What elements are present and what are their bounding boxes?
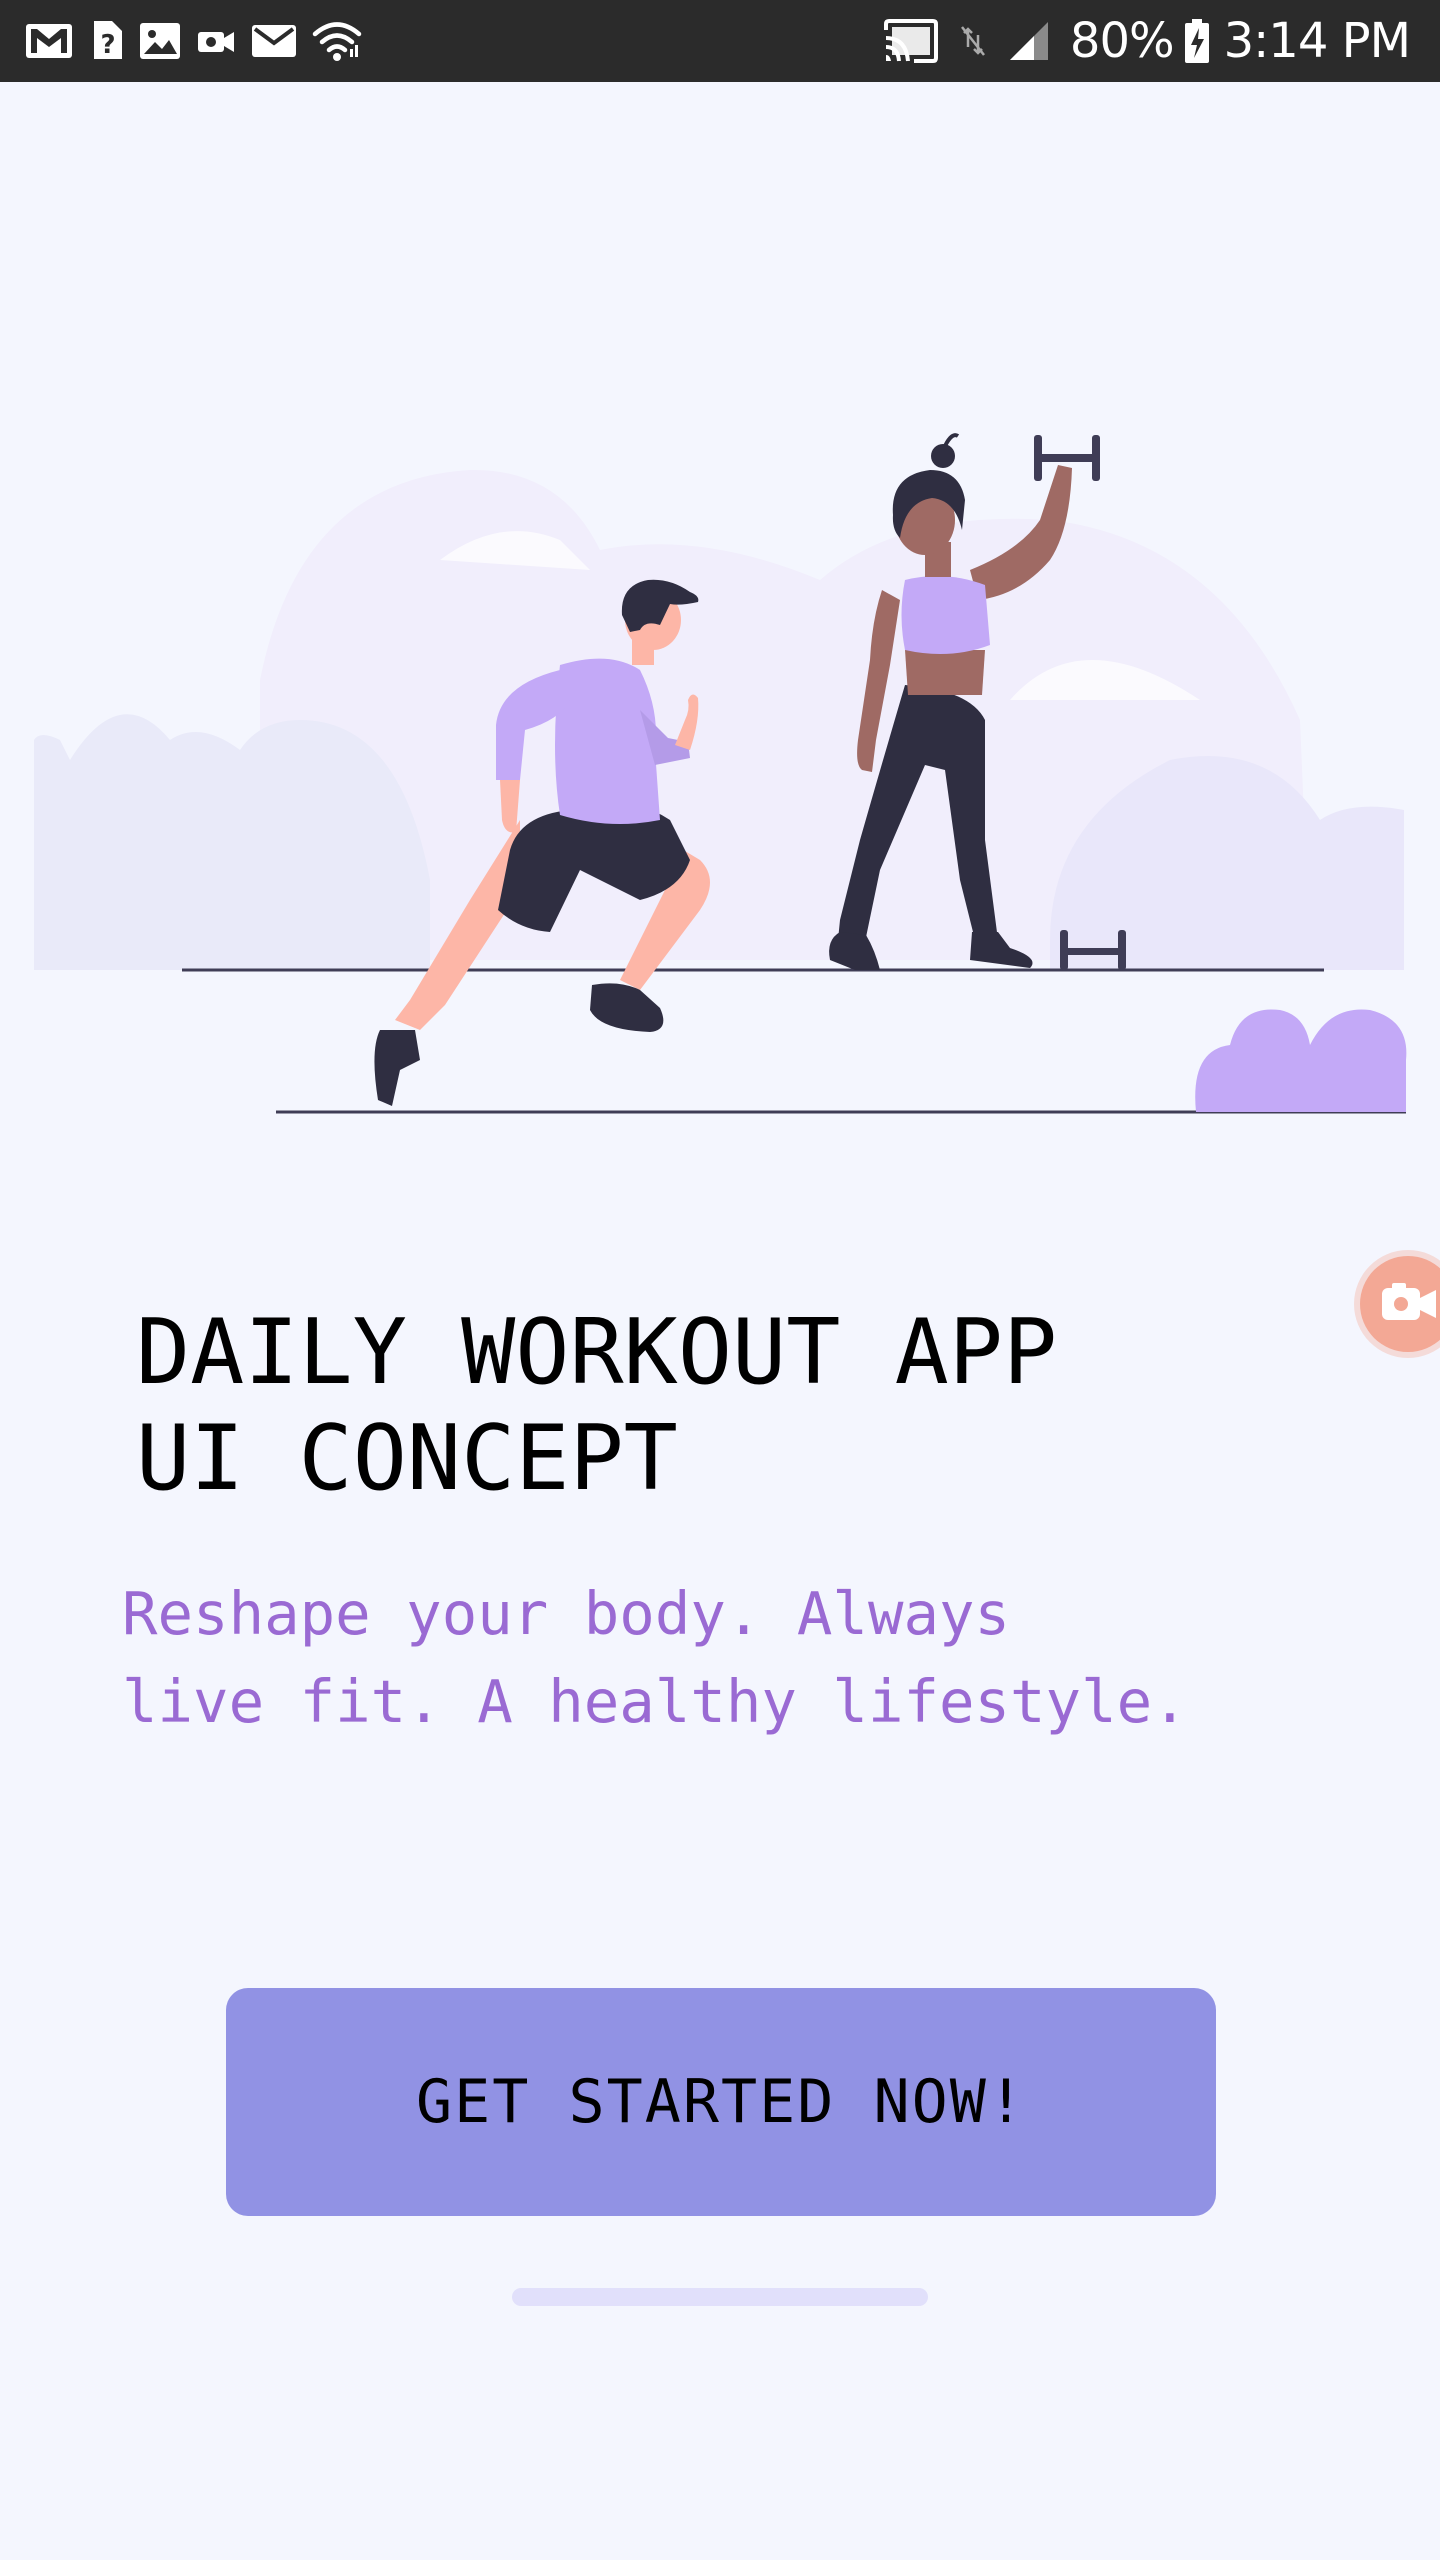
screen-recorder-icon	[1382, 1283, 1436, 1320]
bush	[1195, 1009, 1407, 1112]
notification-icons: ?	[24, 18, 376, 64]
get-started-button[interactable]: GET STARTED NOW!	[226, 1988, 1216, 2216]
tagline-line-2: live fit. A healthy lifestyle.	[122, 1667, 1188, 1736]
gallery-icon	[140, 23, 180, 59]
page-title: DAILY WORKOUT APP UI CONCEPT	[136, 1300, 1236, 1512]
gmail-icon	[26, 24, 72, 58]
status-bar: ? 80% 3:14 PM	[0, 0, 1440, 82]
cast-icon	[883, 19, 938, 63]
page-indicator	[512, 2288, 928, 2306]
background-hills	[34, 469, 1404, 970]
screen-recorder-bubble[interactable]	[1360, 1256, 1440, 1352]
tagline-line-1: Reshape your body. Always	[122, 1579, 1011, 1648]
no-data-icon	[960, 26, 985, 56]
mail-icon	[252, 25, 296, 57]
title-line-2: UI CONCEPT	[136, 1406, 678, 1511]
battery-percentage: 80%	[1069, 13, 1175, 69]
wifi-icon	[312, 22, 362, 61]
clock: 3:14 PM	[1223, 13, 1411, 69]
svg-text:?: ?	[100, 30, 115, 60]
tagline: Reshape your body. Always live fit. A he…	[122, 1570, 1322, 1746]
battery-charging-icon	[1184, 19, 1209, 63]
signal-icon	[1009, 22, 1048, 60]
title-line-1: DAILY WORKOUT APP	[136, 1300, 1058, 1405]
help-icon: ?	[94, 21, 122, 60]
video-camera-icon	[198, 32, 234, 52]
workout-illustration	[34, 433, 1407, 1114]
system-icons: 80% 3:14 PM	[882, 0, 1411, 82]
